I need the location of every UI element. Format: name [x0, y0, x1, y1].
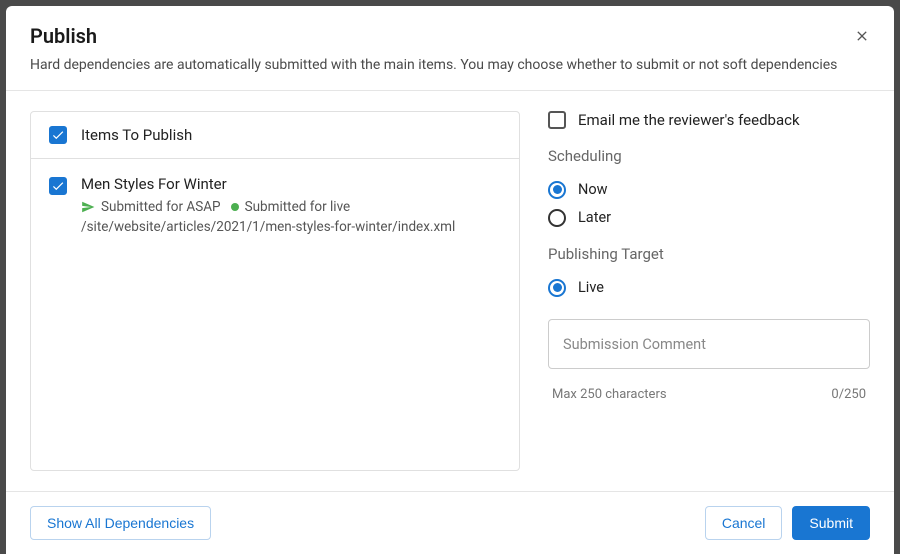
submit-button[interactable]: Submit: [792, 506, 870, 540]
scheduling-later-option[interactable]: Later: [548, 209, 870, 227]
items-header-label: Items To Publish: [81, 126, 192, 144]
close-button[interactable]: [850, 24, 874, 48]
char-info: Max 250 characters 0/250: [548, 387, 870, 402]
footer-actions: Cancel Submit: [705, 506, 870, 540]
email-feedback-label: Email me the reviewer's feedback: [578, 111, 800, 129]
target-live-option[interactable]: Live: [548, 279, 870, 297]
items-header-row: Items To Publish: [31, 112, 519, 159]
dialog-title: Publish: [30, 24, 870, 48]
select-all-checkbox[interactable]: [49, 126, 67, 144]
scheduling-now-option[interactable]: Now: [548, 181, 870, 199]
radio-now-label: Now: [578, 181, 608, 198]
publish-dialog: Publish Hard dependencies are automatica…: [6, 6, 894, 554]
scheduling-group: Now Later: [548, 181, 870, 227]
check-icon: [51, 179, 65, 193]
email-feedback-option[interactable]: Email me the reviewer's feedback: [548, 111, 870, 129]
max-chars-label: Max 250 characters: [552, 387, 667, 402]
item-status-live: Submitted for live: [245, 199, 351, 215]
scheduling-heading: Scheduling: [548, 147, 870, 165]
item-meta: Submitted for ASAP Submitted for live: [81, 199, 501, 215]
target-group: Live: [548, 279, 870, 297]
item-title: Men Styles For Winter: [81, 175, 501, 193]
dialog-footer: Show All Dependencies Cancel Submit: [6, 491, 894, 554]
show-dependencies-button[interactable]: Show All Dependencies: [30, 506, 211, 540]
status-dot-icon: [231, 203, 239, 211]
radio-later-label: Later: [578, 209, 611, 226]
email-feedback-checkbox[interactable]: [548, 111, 566, 129]
dialog-subtitle: Hard dependencies are automatically subm…: [30, 56, 870, 76]
item-content: Men Styles For Winter Submitted for ASAP…: [81, 175, 501, 235]
cancel-button[interactable]: Cancel: [705, 506, 783, 540]
radio-live[interactable]: [548, 279, 566, 297]
item-checkbox[interactable]: [49, 177, 67, 195]
char-count: 0/250: [831, 387, 866, 402]
check-icon: [51, 128, 65, 142]
comment-placeholder: Submission Comment: [563, 336, 706, 353]
item-path: /site/website/articles/2021/1/men-styles…: [81, 219, 501, 235]
options-panel: Email me the reviewer's feedback Schedul…: [548, 111, 870, 471]
comment-input[interactable]: Submission Comment: [548, 319, 870, 369]
target-heading: Publishing Target: [548, 245, 870, 263]
dialog-body: Items To Publish Men Styles For Winter S…: [6, 91, 894, 491]
radio-live-label: Live: [578, 279, 604, 296]
item-row: Men Styles For Winter Submitted for ASAP…: [31, 159, 519, 251]
plane-icon: [81, 200, 95, 214]
items-panel: Items To Publish Men Styles For Winter S…: [30, 111, 520, 471]
radio-now[interactable]: [548, 181, 566, 199]
dialog-header: Publish Hard dependencies are automatica…: [6, 6, 894, 91]
close-icon: [854, 28, 870, 44]
radio-later[interactable]: [548, 209, 566, 227]
item-status-asap: Submitted for ASAP: [101, 199, 221, 215]
